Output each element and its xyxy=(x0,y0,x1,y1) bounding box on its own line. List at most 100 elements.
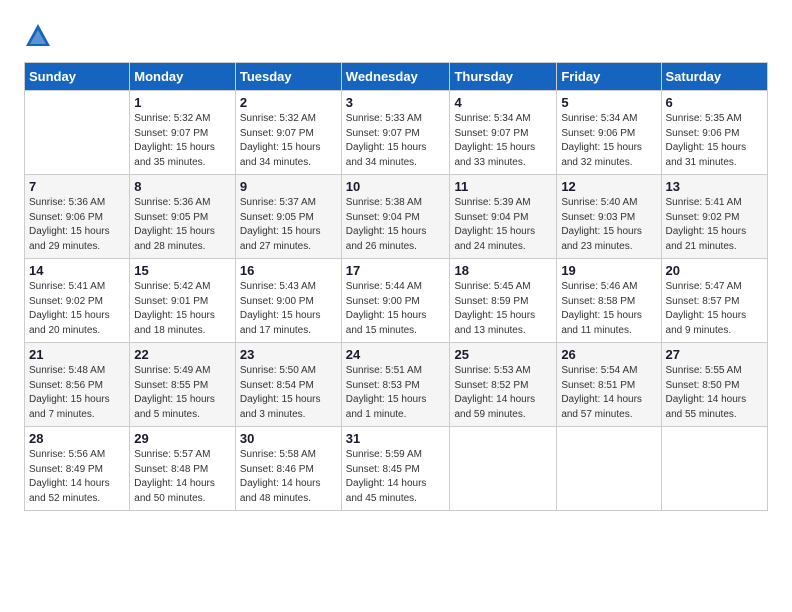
day-number: 27 xyxy=(666,347,763,362)
day-info: Sunrise: 5:58 AM Sunset: 8:46 PM Dayligh… xyxy=(240,448,337,506)
calendar-cell: 21 Sunrise: 5:48 AM Sunset: 8:56 PM Dayli… xyxy=(25,343,130,427)
calendar-dow-wednesday: Wednesday xyxy=(341,63,450,91)
calendar-cell xyxy=(450,427,557,511)
day-info: Sunrise: 5:42 AM Sunset: 9:01 PM Dayligh… xyxy=(134,280,231,338)
calendar-cell: 17 Sunrise: 5:44 AM Sunset: 9:00 PM Dayli… xyxy=(341,259,450,343)
day-info: Sunrise: 5:41 AM Sunset: 9:02 PM Dayligh… xyxy=(29,280,125,338)
calendar-cell: 7 Sunrise: 5:36 AM Sunset: 9:06 PM Daylig… xyxy=(25,175,130,259)
page: SundayMondayTuesdayWednesdayThursdayFrid… xyxy=(0,0,792,527)
calendar-cell: 29 Sunrise: 5:57 AM Sunset: 8:48 PM Dayli… xyxy=(130,427,236,511)
day-info: Sunrise: 5:38 AM Sunset: 9:04 PM Dayligh… xyxy=(346,196,446,254)
calendar-dow-thursday: Thursday xyxy=(450,63,557,91)
day-info: Sunrise: 5:36 AM Sunset: 9:05 PM Dayligh… xyxy=(134,196,231,254)
day-number: 9 xyxy=(240,179,337,194)
day-number: 6 xyxy=(666,95,763,110)
day-number: 4 xyxy=(454,95,552,110)
calendar-cell xyxy=(557,427,661,511)
calendar-week-row: 21 Sunrise: 5:48 AM Sunset: 8:56 PM Dayli… xyxy=(25,343,768,427)
day-info: Sunrise: 5:37 AM Sunset: 9:05 PM Dayligh… xyxy=(240,196,337,254)
day-info: Sunrise: 5:36 AM Sunset: 9:06 PM Dayligh… xyxy=(29,196,125,254)
day-info: Sunrise: 5:49 AM Sunset: 8:55 PM Dayligh… xyxy=(134,364,231,422)
day-number: 3 xyxy=(346,95,446,110)
calendar-week-row: 1 Sunrise: 5:32 AM Sunset: 9:07 PM Daylig… xyxy=(25,91,768,175)
day-info: Sunrise: 5:32 AM Sunset: 9:07 PM Dayligh… xyxy=(240,112,337,170)
day-number: 5 xyxy=(561,95,656,110)
day-info: Sunrise: 5:46 AM Sunset: 8:58 PM Dayligh… xyxy=(561,280,656,338)
day-number: 29 xyxy=(134,431,231,446)
day-info: Sunrise: 5:44 AM Sunset: 9:00 PM Dayligh… xyxy=(346,280,446,338)
day-number: 21 xyxy=(29,347,125,362)
day-number: 15 xyxy=(134,263,231,278)
day-number: 7 xyxy=(29,179,125,194)
calendar-dow-sunday: Sunday xyxy=(25,63,130,91)
calendar-cell: 12Sunrise: 5:40 AM Sunset: 9:03 PM Dayli… xyxy=(557,175,661,259)
calendar-cell: 10 Sunrise: 5:38 AM Sunset: 9:04 PM Dayli… xyxy=(341,175,450,259)
day-number: 31 xyxy=(346,431,446,446)
calendar-cell: 24Sunrise: 5:51 AM Sunset: 8:53 PM Dayli… xyxy=(341,343,450,427)
day-number: 20 xyxy=(666,263,763,278)
day-info: Sunrise: 5:41 AM Sunset: 9:02 PM Dayligh… xyxy=(666,196,763,254)
calendar-dow-friday: Friday xyxy=(557,63,661,91)
calendar-dow-tuesday: Tuesday xyxy=(235,63,341,91)
calendar-cell: 28 Sunrise: 5:56 AM Sunset: 8:49 PM Dayli… xyxy=(25,427,130,511)
calendar-cell: 2 Sunrise: 5:32 AM Sunset: 9:07 PM Daylig… xyxy=(235,91,341,175)
day-number: 13 xyxy=(666,179,763,194)
day-info: Sunrise: 5:57 AM Sunset: 8:48 PM Dayligh… xyxy=(134,448,231,506)
calendar-cell: 8 Sunrise: 5:36 AM Sunset: 9:05 PM Daylig… xyxy=(130,175,236,259)
calendar-cell: 15 Sunrise: 5:42 AM Sunset: 9:01 PM Dayli… xyxy=(130,259,236,343)
calendar-cell: 26Sunrise: 5:54 AM Sunset: 8:51 PM Dayli… xyxy=(557,343,661,427)
day-number: 10 xyxy=(346,179,446,194)
day-info: Sunrise: 5:45 AM Sunset: 8:59 PM Dayligh… xyxy=(454,280,552,338)
calendar-cell: 3 Sunrise: 5:33 AM Sunset: 9:07 PM Daylig… xyxy=(341,91,450,175)
calendar-cell: 5 Sunrise: 5:34 AM Sunset: 9:06 PM Daylig… xyxy=(557,91,661,175)
day-info: Sunrise: 5:50 AM Sunset: 8:54 PM Dayligh… xyxy=(240,364,337,422)
calendar-cell: 30 Sunrise: 5:58 AM Sunset: 8:46 PM Dayli… xyxy=(235,427,341,511)
day-number: 18 xyxy=(454,263,552,278)
calendar-cell: 9 Sunrise: 5:37 AM Sunset: 9:05 PM Daylig… xyxy=(235,175,341,259)
day-number: 30 xyxy=(240,431,337,446)
calendar-cell xyxy=(661,427,767,511)
day-info: Sunrise: 5:33 AM Sunset: 9:07 PM Dayligh… xyxy=(346,112,446,170)
calendar-cell: 22 Sunrise: 5:49 AM Sunset: 8:55 PM Dayli… xyxy=(130,343,236,427)
calendar-cell: 16 Sunrise: 5:43 AM Sunset: 9:00 PM Dayli… xyxy=(235,259,341,343)
calendar-cell: 27Sunrise: 5:55 AM Sunset: 8:50 PM Dayli… xyxy=(661,343,767,427)
logo-area xyxy=(24,20,56,50)
calendar-cell: 1 Sunrise: 5:32 AM Sunset: 9:07 PM Daylig… xyxy=(130,91,236,175)
calendar-cell: 11 Sunrise: 5:39 AM Sunset: 9:04 PM Dayli… xyxy=(450,175,557,259)
calendar-cell: 4Sunrise: 5:34 AM Sunset: 9:07 PM Daylig… xyxy=(450,91,557,175)
calendar-week-row: 7 Sunrise: 5:36 AM Sunset: 9:06 PM Daylig… xyxy=(25,175,768,259)
calendar-week-row: 14Sunrise: 5:41 AM Sunset: 9:02 PM Dayli… xyxy=(25,259,768,343)
day-info: Sunrise: 5:56 AM Sunset: 8:49 PM Dayligh… xyxy=(29,448,125,506)
calendar-cell: 18 Sunrise: 5:45 AM Sunset: 8:59 PM Dayli… xyxy=(450,259,557,343)
day-number: 28 xyxy=(29,431,125,446)
day-number: 2 xyxy=(240,95,337,110)
day-info: Sunrise: 5:32 AM Sunset: 9:07 PM Dayligh… xyxy=(134,112,231,170)
calendar-cell xyxy=(25,91,130,175)
calendar-week-row: 28 Sunrise: 5:56 AM Sunset: 8:49 PM Dayli… xyxy=(25,427,768,511)
calendar-dow-monday: Monday xyxy=(130,63,236,91)
day-number: 22 xyxy=(134,347,231,362)
day-info: Sunrise: 5:48 AM Sunset: 8:56 PM Dayligh… xyxy=(29,364,125,422)
day-number: 1 xyxy=(134,95,231,110)
day-info: Sunrise: 5:34 AM Sunset: 9:06 PM Dayligh… xyxy=(561,112,656,170)
calendar-cell: 31 Sunrise: 5:59 AM Sunset: 8:45 PM Dayli… xyxy=(341,427,450,511)
calendar-cell: 14Sunrise: 5:41 AM Sunset: 9:02 PM Dayli… xyxy=(25,259,130,343)
day-number: 19 xyxy=(561,263,656,278)
day-info: Sunrise: 5:59 AM Sunset: 8:45 PM Dayligh… xyxy=(346,448,446,506)
day-number: 11 xyxy=(454,179,552,194)
day-number: 23 xyxy=(240,347,337,362)
day-info: Sunrise: 5:43 AM Sunset: 9:00 PM Dayligh… xyxy=(240,280,337,338)
calendar-cell: 25Sunrise: 5:53 AM Sunset: 8:52 PM Dayli… xyxy=(450,343,557,427)
calendar-cell: 19 Sunrise: 5:46 AM Sunset: 8:58 PM Dayli… xyxy=(557,259,661,343)
day-number: 17 xyxy=(346,263,446,278)
calendar-cell: 13 Sunrise: 5:41 AM Sunset: 9:02 PM Dayli… xyxy=(661,175,767,259)
day-info: Sunrise: 5:51 AM Sunset: 8:53 PM Dayligh… xyxy=(346,364,446,422)
day-info: Sunrise: 5:40 AM Sunset: 9:03 PM Dayligh… xyxy=(561,196,656,254)
day-number: 8 xyxy=(134,179,231,194)
calendar-table: SundayMondayTuesdayWednesdayThursdayFrid… xyxy=(24,62,768,511)
day-number: 16 xyxy=(240,263,337,278)
logo-icon xyxy=(24,22,52,50)
day-number: 26 xyxy=(561,347,656,362)
day-info: Sunrise: 5:47 AM Sunset: 8:57 PM Dayligh… xyxy=(666,280,763,338)
day-info: Sunrise: 5:39 AM Sunset: 9:04 PM Dayligh… xyxy=(454,196,552,254)
